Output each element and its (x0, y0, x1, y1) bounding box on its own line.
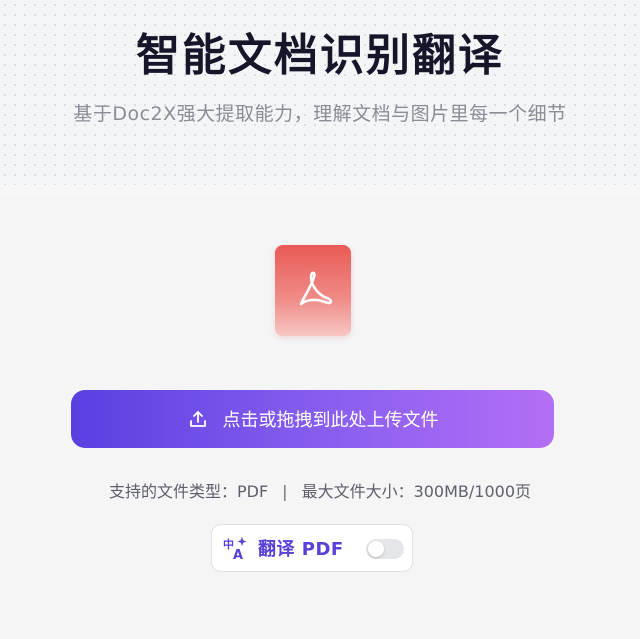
translate-pdf-label: 翻译 PDF (258, 539, 344, 560)
page-title: 智能文档识别翻译 (136, 30, 504, 81)
hero-section: 智能文档识别翻译 基于Doc2X强大提取能力，理解文档与图片里每一个细节 (0, 0, 640, 185)
upload-button-label: 点击或拖拽到此处上传文件 (222, 410, 439, 431)
pdf-icon (275, 245, 351, 336)
upload-icon (189, 411, 206, 427)
acrobat-logo-icon (299, 271, 333, 305)
svg-text:A: A (233, 548, 243, 562)
upload-file-button[interactable]: 点击或拖拽到此处上传文件 (71, 390, 554, 448)
translate-pdf-toggle[interactable]: 中 A 翻译 PDF (211, 524, 413, 572)
supported-file-types: 支持的文件类型：PDF (108, 482, 269, 501)
translate-switch[interactable] (366, 539, 404, 559)
separator: | (282, 482, 288, 501)
page-subtitle: 基于Doc2X强大提取能力，理解文档与图片里每一个细节 (73, 103, 567, 125)
max-file-size: 最大文件大小：300MB/1000页 (301, 482, 531, 501)
file-requirements: 支持的文件类型：PDF | 最大文件大小：300MB/1000页 (0, 478, 640, 506)
translate-icon: 中 A (223, 537, 247, 562)
switch-knob (368, 541, 384, 557)
